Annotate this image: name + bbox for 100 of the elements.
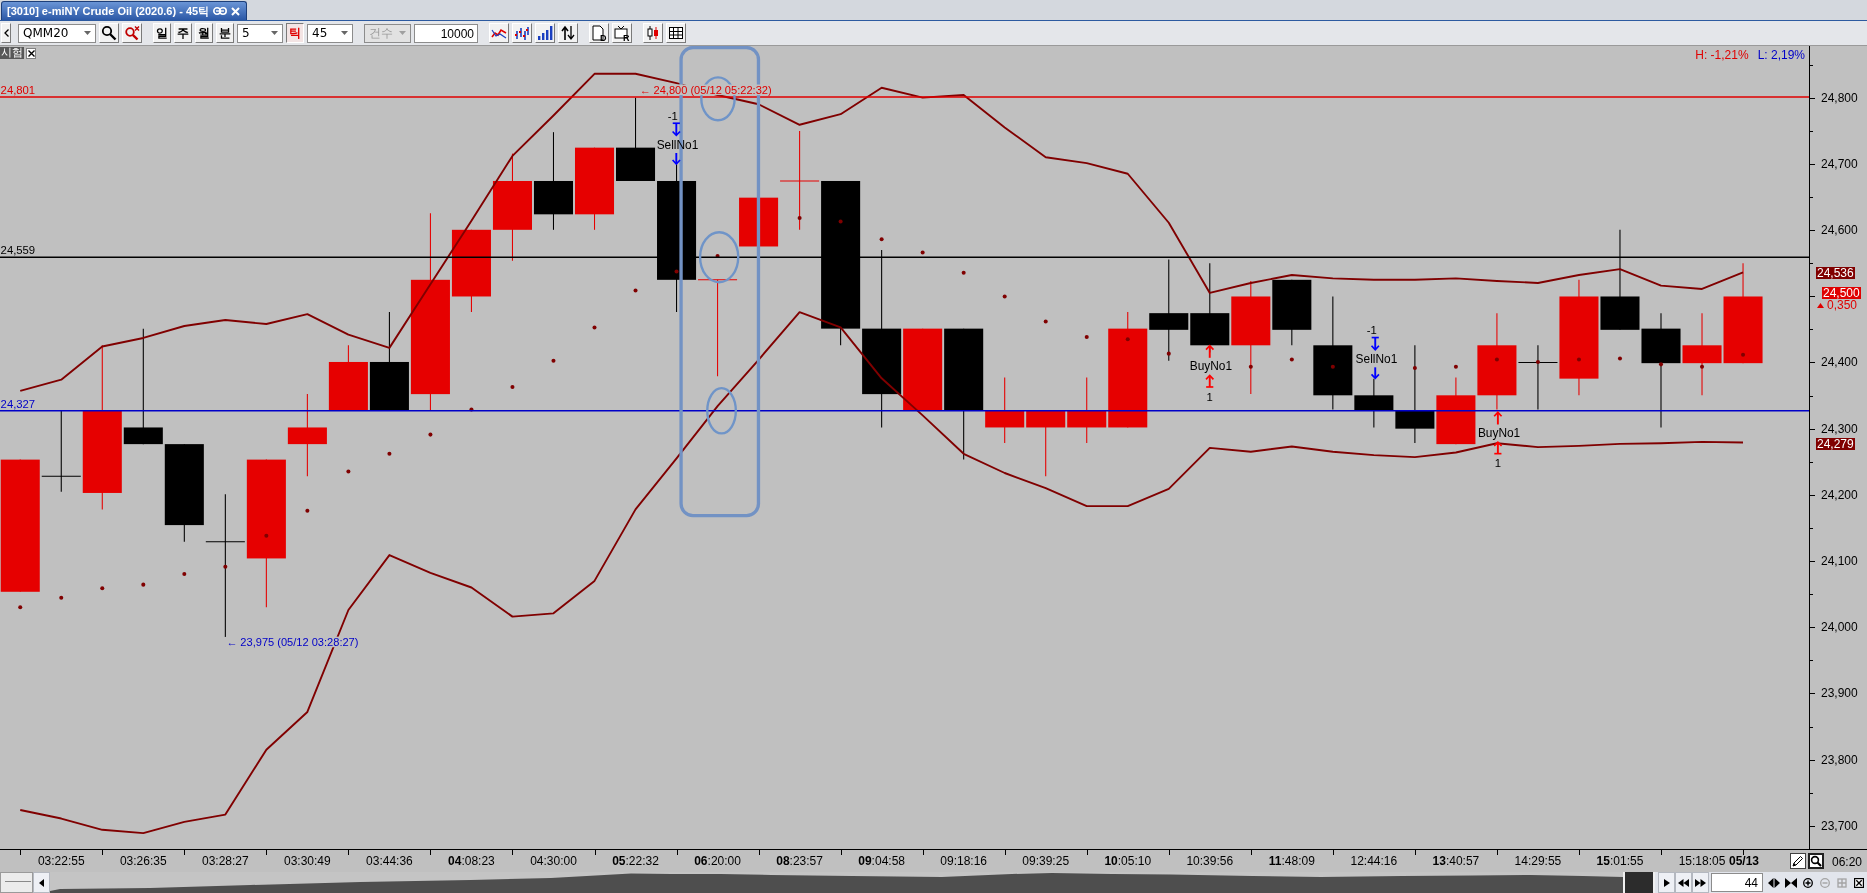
- indicator-dot: [1494, 357, 1499, 362]
- time-label: 03:44:36: [366, 854, 413, 868]
- indicator-dot: [1248, 364, 1253, 369]
- caret-icon: [399, 31, 406, 35]
- price-label: 23,900: [1821, 686, 1858, 701]
- indicator-dot: [1576, 357, 1581, 362]
- time-label: 14:29:55: [1514, 854, 1562, 868]
- period-button[interactable]: 주: [174, 23, 192, 43]
- count-field[interactable]: 44: [1711, 873, 1763, 892]
- close-icon: [1853, 877, 1864, 888]
- indicator-dot: [592, 325, 597, 330]
- time-label: 04:30:00: [530, 854, 577, 868]
- table-button[interactable]: [666, 23, 686, 43]
- up-arrow-icon: [1205, 344, 1215, 359]
- clear-search-button[interactable]: [122, 23, 142, 43]
- indicator-dot: [1289, 357, 1294, 362]
- signal-label: BuyNo1: [1189, 359, 1233, 374]
- rising-bars-button[interactable]: [535, 23, 555, 43]
- up-arrow-icon: [1205, 374, 1215, 388]
- count-field[interactable]: 10000: [414, 23, 478, 43]
- triangle-left-icon: [39, 878, 44, 887]
- time-label: 09:39:25: [1022, 854, 1070, 868]
- indicator-dot: [879, 237, 884, 242]
- indicator-dot: [510, 384, 515, 389]
- time-label: 03:28:27: [201, 854, 249, 868]
- zoom-tool-button[interactable]: [1807, 853, 1824, 869]
- indicator-dot: [141, 582, 146, 587]
- period-button[interactable]: 월: [195, 23, 213, 43]
- signal-quantity: -1: [667, 109, 678, 122]
- up-down-arrows-icon: [560, 25, 576, 41]
- search-button[interactable]: [99, 23, 119, 43]
- line-chart-button[interactable]: [489, 23, 509, 43]
- caret-icon: [271, 31, 278, 35]
- price-label: 24,600: [1821, 223, 1858, 238]
- period-button[interactable]: 분: [216, 23, 234, 43]
- time-label: 10:05:10: [1104, 854, 1152, 868]
- scroll-handle[interactable]: [0, 872, 33, 893]
- highlight-ellipse: [706, 387, 738, 435]
- signal-quantity: -1: [1366, 324, 1377, 336]
- indicator-dot: [1330, 364, 1335, 369]
- indicator-dot: [715, 254, 720, 259]
- interval-combo[interactable]: 5: [237, 23, 283, 43]
- window-tab[interactable]: [3010] e-miNY Crude Oil (2020.6) - 45틱: [1, 1, 248, 20]
- indicator-dot: [387, 451, 392, 456]
- price-annotation: ← 24,800 (05/12 05:22:32): [639, 83, 772, 96]
- chevron-left-icon: [3, 29, 9, 37]
- down-arrow-icon: [1370, 366, 1380, 380]
- candlestick-icon: [645, 25, 661, 41]
- signal-label: BuyNo1: [1477, 426, 1521, 440]
- rewind-icon: [1678, 877, 1689, 888]
- time-label: 15:01:55: [1596, 854, 1644, 868]
- play-button[interactable]: [1658, 872, 1675, 893]
- link-icon: [213, 6, 228, 16]
- period-button[interactable]: 일: [153, 23, 171, 43]
- up-arrow-icon: [1493, 411, 1503, 426]
- down-arrow-icon: [671, 152, 681, 166]
- symbol-combo[interactable]: QMM20: [18, 23, 96, 43]
- indicator-dot: [1084, 334, 1089, 339]
- up-arrow-icon: [1493, 440, 1503, 455]
- time-label: 13:40:57: [1432, 854, 1480, 868]
- previous-button[interactable]: [1, 23, 11, 43]
- draw-button[interactable]: [1789, 853, 1806, 869]
- down-arrow-icon: [671, 122, 681, 137]
- indicator-dot: [674, 269, 679, 274]
- indicator-dot: [838, 219, 843, 224]
- scroll-left-button[interactable]: [33, 872, 50, 893]
- interval-combo[interactable]: 45: [307, 23, 353, 43]
- time-label: 12:44:16: [1350, 854, 1398, 868]
- indicator-dot: [264, 533, 269, 538]
- price-annotation: ← 23,975 (05/12 03:28:27): [226, 635, 359, 648]
- monitor-button[interactable]: R: [612, 23, 632, 43]
- period-button[interactable]: 틱: [286, 23, 304, 43]
- close-icon: [231, 6, 241, 16]
- indicator-dot: [1412, 365, 1417, 370]
- sort-button[interactable]: [558, 23, 578, 43]
- range-handle[interactable]: [1623, 872, 1655, 893]
- price-label: 24,200: [1821, 487, 1858, 502]
- document-button[interactable]: D: [589, 23, 609, 43]
- time-label: 03:26:35: [119, 854, 167, 868]
- indicator-dot: [346, 469, 351, 474]
- price-label: 24,800: [1821, 90, 1858, 105]
- chart-tag: 시험: [0, 47, 24, 59]
- rewind-button[interactable]: [1675, 872, 1692, 893]
- play-icon: [1663, 877, 1670, 888]
- search-icon: [101, 25, 117, 41]
- candle-chart-button[interactable]: [643, 23, 663, 43]
- time-label: 06:20: [1831, 854, 1862, 869]
- fast-forward-button[interactable]: [1692, 872, 1709, 893]
- time-label: 06:20:00: [694, 854, 741, 868]
- indicator-dot: [1741, 352, 1746, 357]
- price-tag: 24,536: [1816, 267, 1855, 279]
- close-button[interactable]: [26, 47, 36, 59]
- caret-icon: [341, 31, 348, 35]
- bar-chart-button[interactable]: [512, 23, 532, 43]
- down-arrow-icon: [1370, 336, 1380, 351]
- time-label: 05:22:32: [612, 854, 659, 868]
- range-high: H: -1,21%: [1695, 48, 1749, 62]
- price-tag: 24,279: [1816, 438, 1855, 450]
- search-icon: [1809, 855, 1822, 867]
- price-label: 24,100: [1821, 554, 1858, 569]
